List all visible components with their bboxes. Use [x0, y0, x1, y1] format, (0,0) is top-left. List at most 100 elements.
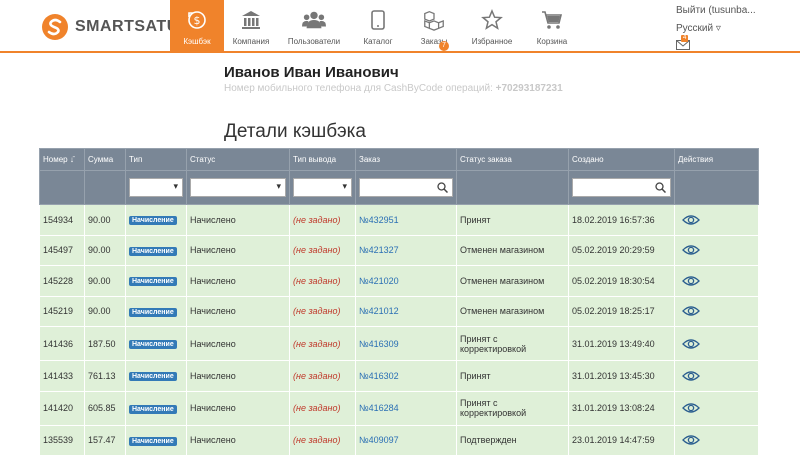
column-header-actions: Действия: [674, 148, 759, 171]
table-row: 145228 90.00 Начисление Начислено (не задано…: [39, 265, 759, 297]
svg-text:$: $: [194, 14, 201, 27]
cell-amount: 187.50: [84, 326, 126, 361]
view-eye-icon[interactable]: [682, 244, 700, 256]
column-header-status[interactable]: Статус: [186, 148, 290, 171]
nav-item-cart[interactable]: Корзина: [522, 0, 582, 53]
payout-type-filter-select[interactable]: [293, 178, 352, 197]
cell-payout-type: (не задано): [289, 424, 356, 456]
brand-name: SMARTSATU: [75, 18, 179, 35]
type-badge: Начисление: [129, 404, 177, 414]
not-set-text: (не задано): [293, 403, 341, 413]
star-icon: [480, 8, 504, 32]
cell-order: №409097: [355, 424, 457, 456]
view-eye-icon[interactable]: [682, 402, 700, 414]
view-eye-icon[interactable]: [682, 214, 700, 226]
mail-count-badge: 4: [681, 35, 689, 42]
cell-created: 31.01.2019 13:49:40: [568, 326, 675, 361]
nav-item-favorites[interactable]: Избранное: [462, 0, 522, 53]
column-header-order-status[interactable]: Статус заказа: [456, 148, 569, 171]
cell-created: 31.01.2019 13:08:24: [568, 390, 675, 426]
type-badge: Начисление: [129, 246, 177, 256]
customer-name: Иванов Иван Иванович: [224, 64, 399, 81]
language-selector[interactable]: Русский ▿: [676, 23, 796, 34]
column-header-type[interactable]: Тип: [125, 148, 187, 171]
cell-status: Начислено: [186, 326, 290, 361]
cell-type: Начисление: [125, 295, 187, 327]
column-header-payout-type[interactable]: Тип вывода: [289, 148, 356, 171]
order-link[interactable]: №421012: [359, 306, 399, 316]
logo-icon: [42, 14, 68, 40]
not-set-text: (не задано): [293, 338, 341, 349]
view-eye-icon[interactable]: [682, 434, 700, 446]
nav-item-catalog[interactable]: Каталог: [350, 0, 406, 53]
not-set-text: (не задано): [293, 370, 341, 381]
cell-payout-type: (не задано): [289, 204, 356, 236]
cell-actions: [674, 295, 759, 327]
type-badge: Начисление: [129, 216, 177, 226]
type-badge: Начисление: [129, 277, 177, 287]
order-link[interactable]: №416284: [359, 403, 399, 413]
filter-row: [39, 170, 759, 205]
cell-created: 18.02.2019 16:57:36: [568, 204, 675, 236]
cell-type: Начисление: [125, 234, 187, 266]
view-eye-icon[interactable]: [682, 275, 700, 287]
column-header-created[interactable]: Создано: [568, 148, 675, 171]
cell-actions: [674, 326, 759, 361]
nav-item-company[interactable]: Компания: [224, 0, 278, 53]
created-search-input[interactable]: [572, 178, 671, 197]
order-link[interactable]: №432951: [359, 215, 399, 225]
column-header-order[interactable]: Заказ: [355, 148, 457, 171]
order-link[interactable]: №416309: [359, 339, 399, 349]
cell-type: Начисление: [125, 326, 187, 361]
cell-actions: [674, 204, 759, 236]
orders-count-badge: 7: [439, 41, 449, 51]
nav-label: Компания: [232, 37, 270, 46]
table-row: 141433 761.13 Начисление Начислено (не задан…: [39, 360, 759, 392]
view-eye-icon[interactable]: [682, 338, 700, 350]
nav-label: Пользователи: [287, 37, 341, 46]
type-badge: Начисление: [129, 307, 177, 317]
cell-order: №416284: [355, 390, 457, 426]
users-icon: [302, 8, 326, 32]
column-header-amount[interactable]: Сумма: [84, 148, 126, 171]
cell-status: Начислено: [186, 360, 290, 392]
view-eye-icon[interactable]: [682, 305, 700, 317]
nav-item-orders[interactable]: Заказы 7: [406, 0, 462, 53]
order-link[interactable]: №416302: [359, 371, 399, 381]
top-bar: SMARTSATU $ Кэшбэк Компания Пользователи…: [0, 0, 800, 53]
cell-amount: 90.00: [84, 265, 126, 297]
nav-item-cashback[interactable]: $ Кэшбэк: [170, 0, 224, 53]
cell-status: Начислено: [186, 390, 290, 426]
cell-actions: [674, 424, 759, 456]
cell-payout-type: (не задано): [289, 295, 356, 327]
column-header-number[interactable]: Номер ↓̄: [39, 148, 85, 171]
logout-link[interactable]: Выйти (tusunba...: [676, 5, 796, 16]
cell-order-status: Принят: [456, 204, 569, 236]
nav-item-users[interactable]: Пользователи: [278, 0, 350, 53]
not-set-text: (не задано): [293, 435, 341, 446]
status-filter-select[interactable]: [190, 178, 286, 197]
cell-type: Начисление: [125, 265, 187, 297]
table-row: 135539 157.47 Начисление Начислено (не задан…: [39, 424, 759, 456]
cell-order: №421020: [355, 265, 457, 297]
order-search-input[interactable]: [359, 178, 453, 197]
not-set-text: (не задано): [293, 245, 341, 256]
order-link[interactable]: №421327: [359, 245, 399, 255]
page-title: Детали кэшбэка: [224, 121, 366, 142]
type-filter-select[interactable]: [129, 178, 183, 197]
cell-order-status: Отменен магазином: [456, 295, 569, 327]
cell-actions: [674, 390, 759, 426]
cell-number: 154934: [39, 204, 85, 236]
not-set-text: (не задано): [293, 306, 341, 317]
order-link[interactable]: №409097: [359, 435, 399, 445]
cell-payout-type: (не задано): [289, 390, 356, 426]
view-eye-icon[interactable]: [682, 370, 700, 382]
cell-order: №421327: [355, 234, 457, 266]
order-link[interactable]: №421020: [359, 276, 399, 286]
logo[interactable]: SMARTSATU: [41, 12, 179, 42]
cell-amount: 761.13: [84, 360, 126, 392]
cart-icon: [540, 8, 564, 32]
cell-order-status: Подтвержден: [456, 424, 569, 456]
cell-number: 141436: [39, 326, 85, 361]
phone-label: Номер мобильного телефона для CashByCode…: [224, 83, 493, 94]
